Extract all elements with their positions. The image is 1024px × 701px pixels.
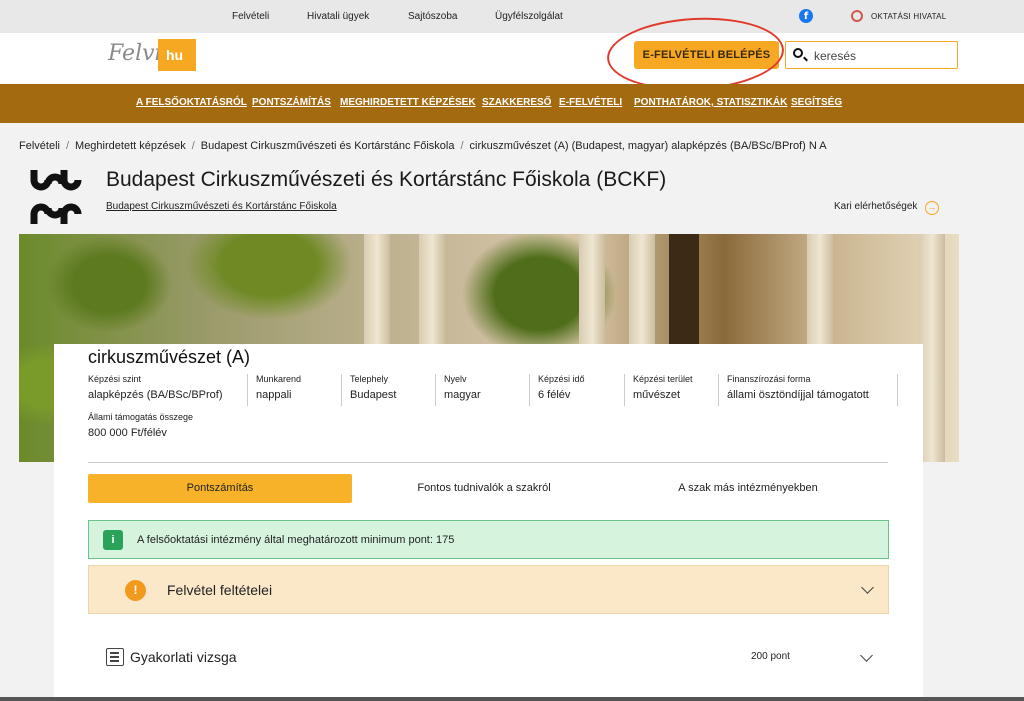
oktatasi-hivatal-icon[interactable] — [851, 10, 863, 22]
detail-label: Nyelv — [444, 374, 467, 384]
detail-value: 6 félév — [538, 389, 571, 401]
detail-value: alapképzés (BA/BSc/BProf) — [88, 389, 223, 401]
institution-title: Budapest Cirkuszművészeti és Kortárstánc… — [106, 168, 667, 191]
nav-item-szakkereso[interactable]: SZAKKERESŐ — [482, 97, 551, 108]
logo-badge: hu — [158, 39, 196, 71]
warning-icon: ! — [125, 580, 146, 601]
detail-kepzesi-szint: Képzési szint alapképzés (BA/BSc/BProf) — [88, 374, 223, 401]
breadcrumb-item-felveteli[interactable]: Felvételi — [19, 140, 60, 152]
detail-label: Képzési terület — [633, 374, 693, 384]
institution-link[interactable]: Budapest Cirkuszművészeti és Kortárstánc… — [106, 201, 337, 212]
detail-telephely: Telephely Budapest — [350, 374, 396, 401]
nav-item-e-felveteli[interactable]: E-FELVÉTELI — [559, 97, 622, 108]
detail-label: Finanszírozási forma — [727, 374, 811, 384]
nav-item-meghirdetett-kepzesek[interactable]: MEGHIRDETETT KÉPZÉSEK — [340, 97, 476, 108]
conditions-title: Felvétel feltételei — [167, 582, 273, 598]
facebook-icon[interactable]: f — [799, 9, 813, 23]
top-utility-bar: Felvételi Hivatali ügyek Sajtószoba Ügyf… — [0, 0, 1024, 33]
breadcrumb-item-intezmeny[interactable]: Budapest Cirkuszművészeti és Kortárstánc… — [201, 140, 455, 152]
detail-nyelv: Nyelv magyar — [444, 374, 481, 401]
detail-kepzesi-ido: Képzési idő 6 félév — [538, 374, 585, 401]
breadcrumb: Felvételi / Meghirdetett képzések / Budapest… — [19, 140, 827, 152]
nav-item-felsooktatasrol[interactable]: A FELSŐOKTATÁSRÓL — [136, 97, 247, 108]
alert-text: A felsőoktatási intézmény által meghatár… — [137, 534, 455, 546]
chevron-down-icon[interactable] — [860, 649, 873, 662]
top-link-ugyfelszolgalat[interactable]: Ügyfélszolgálat — [495, 11, 563, 22]
nav-item-pontszamitas[interactable]: PONTSZÁMÍTÁS — [252, 97, 331, 108]
breadcrumb-item-current: cirkuszművészet (A) (Budapest, magyar) a… — [469, 140, 827, 152]
exam-title[interactable]: Gyakorlati vizsga — [130, 649, 237, 665]
exam-document-icon — [106, 648, 124, 666]
detail-value: nappali — [256, 389, 292, 401]
tab-fontos-tudnivalok[interactable]: Fontos tudnivalók a szakról — [354, 474, 614, 503]
detail-value: Budapest — [350, 389, 397, 401]
logo-text: Felvi — [108, 41, 162, 66]
nav-item-ponthatarok[interactable]: PONTHATÁROK, STATISZTIKÁK — [634, 97, 787, 108]
detail-munkarend: Munkarend nappali — [256, 374, 301, 401]
detail-value: állami ösztöndíjjal támogatott — [727, 389, 869, 401]
detail-value: 800 000 Ft/félév — [88, 427, 167, 439]
detail-kepzesi-terulet: Képzési terület művészet — [633, 374, 693, 401]
chevron-down-icon — [861, 581, 874, 594]
detail-allami-tamogatas: Állami támogatás összege 800 000 Ft/félé… — [88, 412, 193, 439]
breadcrumb-item-kepzesek[interactable]: Meghirdetett képzések — [75, 140, 186, 152]
search-icon — [793, 48, 803, 58]
arrow-right-circle-icon[interactable]: → — [925, 201, 939, 215]
search-value: keresés — [814, 49, 857, 63]
exam-points: 200 pont — [751, 651, 790, 662]
contact-link[interactable]: Kari elérhetőségek — [834, 201, 917, 212]
top-link-felveteli[interactable]: Felvételi — [232, 11, 269, 22]
detail-value: művészet — [633, 389, 681, 401]
nav-item-segitseg[interactable]: SEGÍTSÉG — [791, 97, 842, 108]
program-card: cirkuszművészet (A) Képzési szint alapké… — [54, 344, 923, 701]
window-bottom-edge — [0, 697, 1024, 701]
institution-logo — [30, 170, 82, 224]
minimum-point-alert: i A felsőoktatási intézmény által meghat… — [88, 520, 889, 559]
tab-pontszamitas[interactable]: Pontszámítás — [88, 474, 352, 503]
detail-finanszirozas: Finanszírozási forma állami ösztöndíjjal… — [727, 374, 869, 401]
top-link-hivatali[interactable]: Hivatali ügyek — [307, 11, 369, 22]
program-title: cirkuszművészet (A) — [88, 347, 251, 367]
detail-label: Képzési idő — [538, 374, 585, 384]
conditions-accordion[interactable]: ! Felvétel feltételei — [88, 565, 889, 614]
top-link-sajtoszoba[interactable]: Sajtószoba — [408, 11, 457, 22]
detail-label: Munkarend — [256, 374, 302, 384]
detail-label: Képzési szint — [88, 374, 142, 384]
search-input[interactable]: keresés — [785, 41, 958, 69]
detail-label: Telephely — [350, 374, 389, 384]
oktatasi-hivatal-link[interactable]: OKTATÁSI HIVATAL — [871, 12, 946, 21]
detail-value: magyar — [444, 389, 481, 401]
main-nav: A FELSŐOKTATÁSRÓL PONTSZÁMÍTÁS MEGHIRDET… — [0, 84, 1024, 123]
info-icon: i — [103, 530, 123, 550]
detail-label: Állami támogatás összege — [88, 412, 194, 422]
tab-mas-intezmenyekben[interactable]: A szak más intézményekben — [616, 474, 880, 503]
